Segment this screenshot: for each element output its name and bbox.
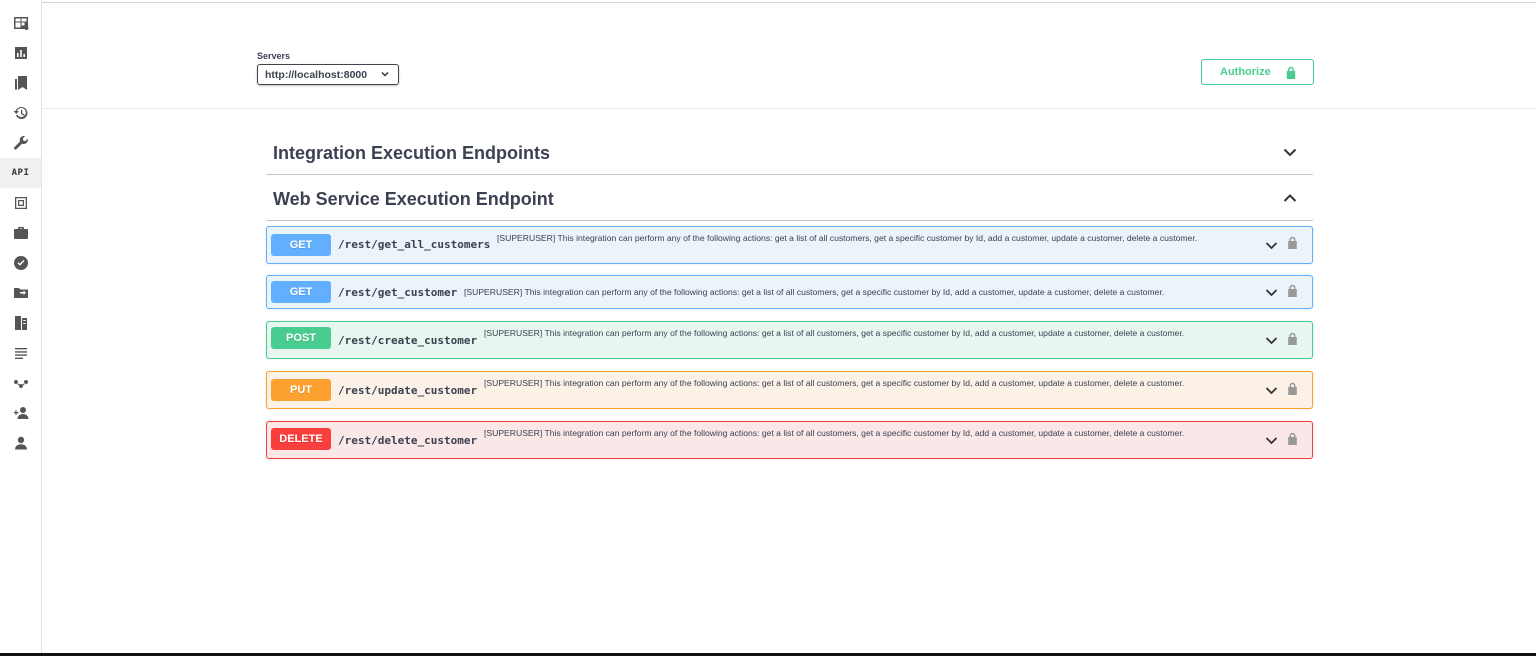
tag-web-service-execution-endpoint[interactable]: Web Service Execution Endpoint <box>266 175 1313 221</box>
scheme-container: Servers http://localhost:8000 Authorize <box>42 3 1536 109</box>
document-compare-icon <box>14 316 27 330</box>
method-badge: GET <box>271 234 331 256</box>
bar-chart-icon <box>14 47 27 59</box>
folder-move-icon <box>13 288 28 298</box>
authorize-button[interactable]: Authorize <box>1201 59 1314 85</box>
operation-get-customer[interactable]: GET /rest/get_customer [SUPERUSER] This … <box>266 275 1313 309</box>
chevron-up-icon[interactable] <box>1283 191 1297 205</box>
method-badge: PUT <box>271 379 331 401</box>
lock-icon[interactable] <box>1287 284 1298 297</box>
lock-icon <box>1286 66 1296 79</box>
method-badge: DELETE <box>271 428 331 450</box>
servers-select[interactable]: http://localhost:8000 <box>257 64 399 85</box>
chevron-down-icon[interactable] <box>1265 434 1278 447</box>
tag-title: Web Service Execution Endpoint <box>273 189 554 209</box>
lock-icon[interactable] <box>1287 236 1298 249</box>
sidebar: API <box>0 0 42 656</box>
operation-description: [SUPERUSER] This integration can perform… <box>484 378 1185 388</box>
user-icon <box>14 436 27 450</box>
method-badge: GET <box>271 281 331 303</box>
sidebar-item-dashboard[interactable] <box>0 8 41 38</box>
tag-title: Integration Execution Endpoints <box>273 143 551 163</box>
sidebar-item-files[interactable] <box>0 278 41 308</box>
safe-icon <box>14 197 27 209</box>
sidebar-item-vault[interactable] <box>0 188 41 218</box>
operation-update-customer[interactable]: PUT /rest/update_customer [SUPERUSER] Th… <box>266 371 1313 409</box>
chevron-down-icon[interactable] <box>1265 239 1278 252</box>
sidebar-item-tools[interactable] <box>0 128 41 158</box>
operation-delete-customer[interactable]: DELETE /rest/delete_customer [SUPERUSER]… <box>266 421 1313 459</box>
operation-description: [SUPERUSER] This integration can perform… <box>497 233 1198 243</box>
check-circle-icon <box>13 256 28 270</box>
connection-icon <box>13 380 28 388</box>
sidebar-item-add-user[interactable] <box>0 398 41 428</box>
method-badge: POST <box>271 327 331 349</box>
operation-description: [SUPERUSER] This integration can perform… <box>484 328 1185 338</box>
operation-description: [SUPERUSER] This integration can perform… <box>484 428 1185 438</box>
authorize-label: Authorize <box>1220 66 1271 78</box>
lock-icon[interactable] <box>1287 432 1298 445</box>
list-lines-icon <box>14 348 27 359</box>
history-icon <box>13 106 27 119</box>
sidebar-item-history[interactable] <box>0 98 41 128</box>
briefcase-icon <box>13 227 28 239</box>
operation-create-customer[interactable]: POST /rest/create_customer [SUPERUSER] T… <box>266 321 1313 359</box>
sidebar-item-reports[interactable] <box>0 38 41 68</box>
dashboard-grid-icon <box>13 17 28 30</box>
chevron-down-icon[interactable] <box>1265 384 1278 397</box>
operation-path: /rest/update_customer <box>338 384 478 397</box>
chevron-down-icon[interactable] <box>1265 334 1278 347</box>
servers-label: Servers <box>257 51 291 61</box>
sidebar-item-jobs[interactable] <box>0 218 41 248</box>
sidebar-item-logs[interactable] <box>0 338 41 368</box>
operation-get-all-customers[interactable]: GET /rest/get_all_customers [SUPERUSER] … <box>266 226 1313 264</box>
sidebar-item-api[interactable]: API <box>0 158 41 188</box>
chevron-down-icon[interactable] <box>1265 286 1278 299</box>
add-user-icon <box>13 407 28 419</box>
lock-icon[interactable] <box>1287 332 1298 345</box>
sidebar-item-profile[interactable] <box>0 428 41 458</box>
lock-icon[interactable] <box>1287 382 1298 395</box>
sidebar-item-compare[interactable] <box>0 308 41 338</box>
sidebar-item-bookmarks[interactable] <box>0 68 41 98</box>
wrench-icon <box>13 136 28 150</box>
bookmarks-icon <box>14 76 27 90</box>
sidebar-item-approvals[interactable] <box>0 248 41 278</box>
servers-selected-value: http://localhost:8000 <box>265 68 368 81</box>
tag-integration-execution-endpoints[interactable]: Integration Execution Endpoints <box>266 129 1313 175</box>
operation-path: /rest/get_customer <box>338 286 458 299</box>
operation-path: /rest/delete_customer <box>338 434 478 447</box>
operation-path: /rest/get_all_customers <box>338 238 491 251</box>
operation-description: [SUPERUSER] This integration can perform… <box>464 287 1165 297</box>
sidebar-item-connections[interactable] <box>0 368 41 398</box>
chevron-down-icon <box>381 71 389 77</box>
chevron-down-icon[interactable] <box>1283 145 1297 159</box>
operation-path: /rest/create_customer <box>338 334 478 347</box>
api-text-icon: API <box>11 168 30 178</box>
